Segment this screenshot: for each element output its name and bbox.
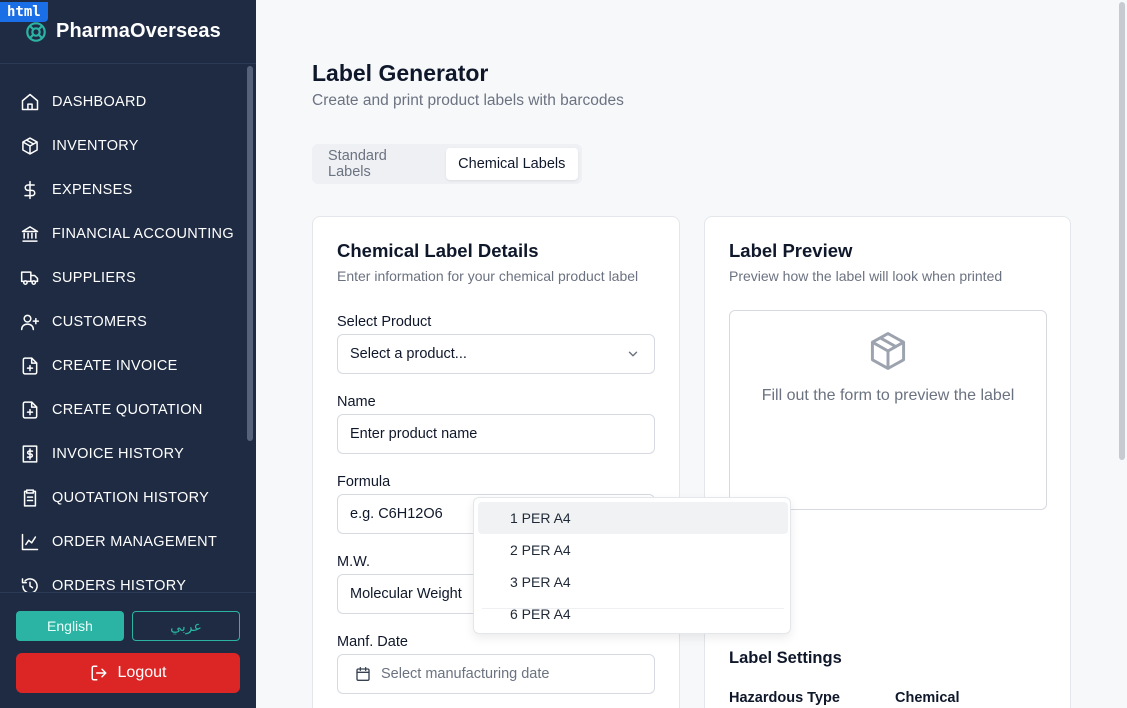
nav-item-label: ORDER MANAGEMENT bbox=[52, 534, 218, 550]
user-plus-icon bbox=[20, 312, 40, 332]
manf-date-picker[interactable]: Select manufacturing date bbox=[337, 654, 655, 694]
logout-button[interactable]: Logout bbox=[16, 653, 240, 693]
main-scrollbar[interactable] bbox=[1119, 2, 1125, 460]
clipboard-icon bbox=[20, 488, 40, 508]
file-dollar-icon bbox=[20, 444, 40, 464]
mw-label: M.W. bbox=[337, 554, 371, 570]
sidebar: PharmaOverseas html DASHBOARD INVENTORY … bbox=[0, 0, 256, 708]
formula-input-placeholder: e.g. C6H12O6 bbox=[350, 506, 443, 522]
sidebar-footer: English عربي Logout bbox=[0, 592, 256, 708]
nav-item-label: FINANCIAL ACCOUNTING bbox=[52, 226, 234, 242]
bank-icon bbox=[20, 224, 40, 244]
nav-item-suppliers[interactable]: SUPPLIERS bbox=[0, 256, 256, 300]
nav-item-create-invoice[interactable]: CREATE INVOICE bbox=[0, 344, 256, 388]
home-icon bbox=[20, 92, 40, 112]
nav-item-create-quotation[interactable]: CREATE QUOTATION bbox=[0, 388, 256, 432]
nav-item-label: SUPPLIERS bbox=[52, 270, 137, 286]
dollar-icon bbox=[20, 180, 40, 200]
file-plus-icon bbox=[20, 400, 40, 420]
option-1-per-a4[interactable]: 1 PER A4 bbox=[478, 502, 788, 534]
nav-item-quotation-history[interactable]: QUOTATION HISTORY bbox=[0, 476, 256, 520]
chart-icon bbox=[20, 532, 40, 552]
nav-item-label: CREATE QUOTATION bbox=[52, 402, 203, 418]
calendar-icon bbox=[355, 666, 371, 682]
nav-item-label: INVOICE HISTORY bbox=[52, 446, 185, 462]
product-select[interactable]: Select a product... bbox=[337, 334, 655, 374]
sidebar-nav: DASHBOARD INVENTORY EXPENSES FINANCIAL A… bbox=[0, 80, 256, 592]
manf-date-label: Manf. Date bbox=[337, 634, 408, 650]
language-english-button[interactable]: English bbox=[16, 611, 124, 641]
nav-item-label: CUSTOMERS bbox=[52, 314, 148, 330]
option-3-per-a4[interactable]: 3 PER A4 bbox=[478, 566, 788, 598]
label-settings-title: Label Settings bbox=[729, 649, 842, 667]
product-label: Select Product bbox=[337, 314, 432, 330]
option-2-per-a4[interactable]: 2 PER A4 bbox=[478, 534, 788, 566]
manf-date-placeholder: Select manufacturing date bbox=[381, 666, 550, 682]
option-6-per-a4[interactable]: 6 PER A4 bbox=[478, 598, 788, 630]
page-title: Label Generator bbox=[312, 60, 489, 86]
nav-item-label: CREATE INVOICE bbox=[52, 358, 178, 374]
name-input[interactable]: Enter product name bbox=[337, 414, 655, 454]
nav-item-invoice-history[interactable]: INVOICE HISTORY bbox=[0, 432, 256, 476]
truck-icon bbox=[20, 268, 40, 288]
nav-item-label: QUOTATION HISTORY bbox=[52, 490, 210, 506]
preview-title: Label Preview bbox=[729, 240, 853, 261]
nav-item-customers[interactable]: CUSTOMERS bbox=[0, 300, 256, 344]
mw-input-placeholder: Molecular Weight bbox=[350, 586, 462, 602]
details-title: Chemical Label Details bbox=[337, 240, 539, 261]
nav-item-label: INVENTORY bbox=[52, 138, 139, 154]
nav-item-expenses[interactable]: EXPENSES bbox=[0, 168, 256, 212]
tab-standard-labels[interactable]: Standard Labels bbox=[316, 148, 446, 180]
product-select-value: Select a product... bbox=[350, 346, 467, 362]
brand-name: PharmaOverseas bbox=[56, 20, 221, 42]
labels-per-page-dropdown: 1 PER A4 2 PER A4 3 PER A4 6 PER A4 bbox=[473, 497, 791, 634]
nav-item-label: EXPENSES bbox=[52, 182, 133, 198]
file-plus-icon bbox=[20, 356, 40, 376]
hazardous-type-value: Chemical bbox=[895, 690, 960, 706]
page-subtitle: Create and print product labels with bar… bbox=[312, 92, 624, 109]
package-icon bbox=[20, 136, 40, 156]
history-icon bbox=[20, 576, 40, 592]
formula-label: Formula bbox=[337, 474, 391, 490]
chemical-details-card: Chemical Label Details Enter information… bbox=[312, 216, 680, 708]
name-label: Name bbox=[337, 394, 376, 410]
logout-label: Logout bbox=[117, 664, 167, 681]
nav-item-order-management[interactable]: ORDER MANAGEMENT bbox=[0, 520, 256, 564]
html-badge: html bbox=[0, 2, 48, 22]
preview-subtitle: Preview how the label will look when pri… bbox=[729, 268, 1003, 284]
label-preview-card: Label Preview Preview how the label will… bbox=[704, 216, 1071, 708]
lifebuoy-icon bbox=[24, 20, 48, 44]
language-switch: English عربي bbox=[16, 611, 240, 641]
language-arabic-button[interactable]: عربي bbox=[132, 611, 240, 641]
nav-item-dashboard[interactable]: DASHBOARD bbox=[0, 80, 256, 124]
chevron-down-icon bbox=[626, 347, 640, 365]
tab-chemical-labels[interactable]: Chemical Labels bbox=[445, 148, 578, 180]
label-type-tabs: Standard Labels Chemical Labels bbox=[312, 144, 582, 184]
nav-item-label: ORDERS HISTORY bbox=[52, 578, 187, 592]
nav-item-orders-history[interactable]: ORDERS HISTORY bbox=[0, 564, 256, 592]
nav-item-label: DASHBOARD bbox=[52, 94, 147, 110]
sidebar-scrollbar[interactable] bbox=[247, 66, 253, 441]
nav-item-inventory[interactable]: INVENTORY bbox=[0, 124, 256, 168]
details-subtitle: Enter information for your chemical prod… bbox=[337, 268, 639, 284]
package-icon bbox=[866, 329, 910, 378]
preview-area: Fill out the form to preview the label bbox=[729, 310, 1047, 510]
hazardous-type-label: Hazardous Type bbox=[729, 690, 840, 706]
nav-item-financial-accounting[interactable]: FINANCIAL ACCOUNTING bbox=[0, 212, 256, 256]
name-input-placeholder: Enter product name bbox=[350, 426, 478, 442]
preview-empty-message: Fill out the form to preview the label bbox=[761, 387, 1015, 404]
logout-icon bbox=[90, 664, 108, 682]
